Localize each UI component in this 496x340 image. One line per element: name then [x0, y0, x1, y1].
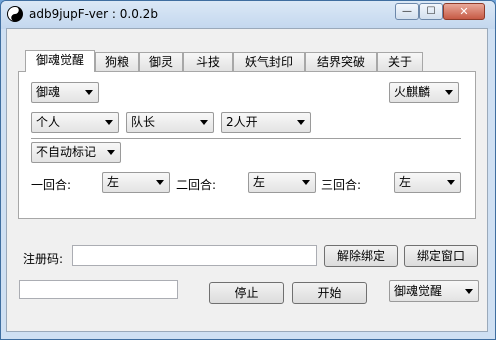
close-icon: ✕ — [459, 5, 469, 18]
unbind-button[interactable]: 解除绑定 — [324, 245, 398, 267]
task-select-value: 御魂觉醒 — [394, 284, 443, 298]
mode-select-value: 御魂 — [36, 85, 61, 99]
tab-demon-seal[interactable]: 妖气封印 — [233, 52, 305, 71]
round-1-label: 一回合: — [31, 178, 72, 192]
auto-mark-select-value: 不自动标记 — [36, 145, 97, 159]
window-title: adb9jupF-ver : 0.0.2b — [29, 7, 158, 21]
role-select-value: 队长 — [131, 115, 156, 129]
mode-select[interactable]: 御魂 — [31, 82, 99, 103]
chevron-down-icon — [465, 289, 473, 294]
chevron-down-icon — [302, 180, 310, 185]
round-1-value: 左 — [107, 175, 120, 189]
chevron-down-icon — [447, 180, 455, 185]
round-1-select[interactable]: 左 — [102, 172, 170, 193]
divider — [31, 138, 461, 140]
bind-window-button[interactable]: 绑定窗口 — [404, 245, 478, 267]
target-select[interactable]: 火麒麟 — [389, 82, 459, 103]
maximize-button[interactable]: ☐ — [419, 3, 443, 20]
chevron-down-icon — [200, 120, 208, 125]
party-select[interactable]: 个人 — [31, 112, 119, 133]
round-2-value: 左 — [253, 175, 266, 189]
players-select-value: 2人开 — [226, 115, 258, 129]
chevron-down-icon — [107, 150, 115, 155]
tab-about[interactable]: 关于 — [377, 52, 423, 71]
tab-yuhun-awaken[interactable]: 御魂觉醒 — [25, 50, 95, 72]
yin-yang-icon — [7, 6, 23, 22]
chevron-down-icon — [85, 90, 93, 95]
title-bar[interactable]: adb9jupF-ver : 0.0.2b — ☐ ✕ — [1, 1, 495, 29]
auto-mark-select[interactable]: 不自动标记 — [31, 142, 121, 163]
registration-code-input[interactable] — [72, 245, 317, 266]
registration-code-label: 注册码: — [23, 252, 64, 266]
role-select[interactable]: 队长 — [126, 112, 214, 133]
chevron-down-icon — [156, 180, 164, 185]
chevron-down-icon — [105, 120, 113, 125]
round-3-label: 三回合: — [321, 178, 362, 192]
maximize-icon: ☐ — [426, 6, 436, 17]
task-select[interactable]: 御魂觉醒 — [389, 280, 479, 302]
minimize-button[interactable]: — — [395, 3, 419, 20]
tab-yuling[interactable]: 御灵 — [139, 52, 183, 71]
status-field[interactable] — [19, 280, 178, 299]
target-select-value: 火麒麟 — [394, 85, 431, 99]
round-3-value: 左 — [399, 175, 412, 189]
party-select-value: 个人 — [36, 115, 61, 129]
tab-dogfood[interactable]: 狗粮 — [95, 52, 139, 71]
round-2-select[interactable]: 左 — [248, 172, 316, 193]
chevron-down-icon — [297, 120, 305, 125]
players-select[interactable]: 2人开 — [221, 112, 311, 133]
minimize-icon: — — [402, 6, 412, 17]
chevron-down-icon — [445, 90, 453, 95]
tab-douji[interactable]: 斗技 — [183, 52, 233, 71]
tab-realm-raid[interactable]: 结界突破 — [305, 52, 377, 71]
start-button[interactable]: 开始 — [292, 282, 367, 304]
stop-button[interactable]: 停止 — [209, 282, 284, 304]
round-2-label: 二回合: — [176, 178, 217, 192]
round-3-select[interactable]: 左 — [394, 172, 461, 193]
close-button[interactable]: ✕ — [443, 3, 485, 20]
